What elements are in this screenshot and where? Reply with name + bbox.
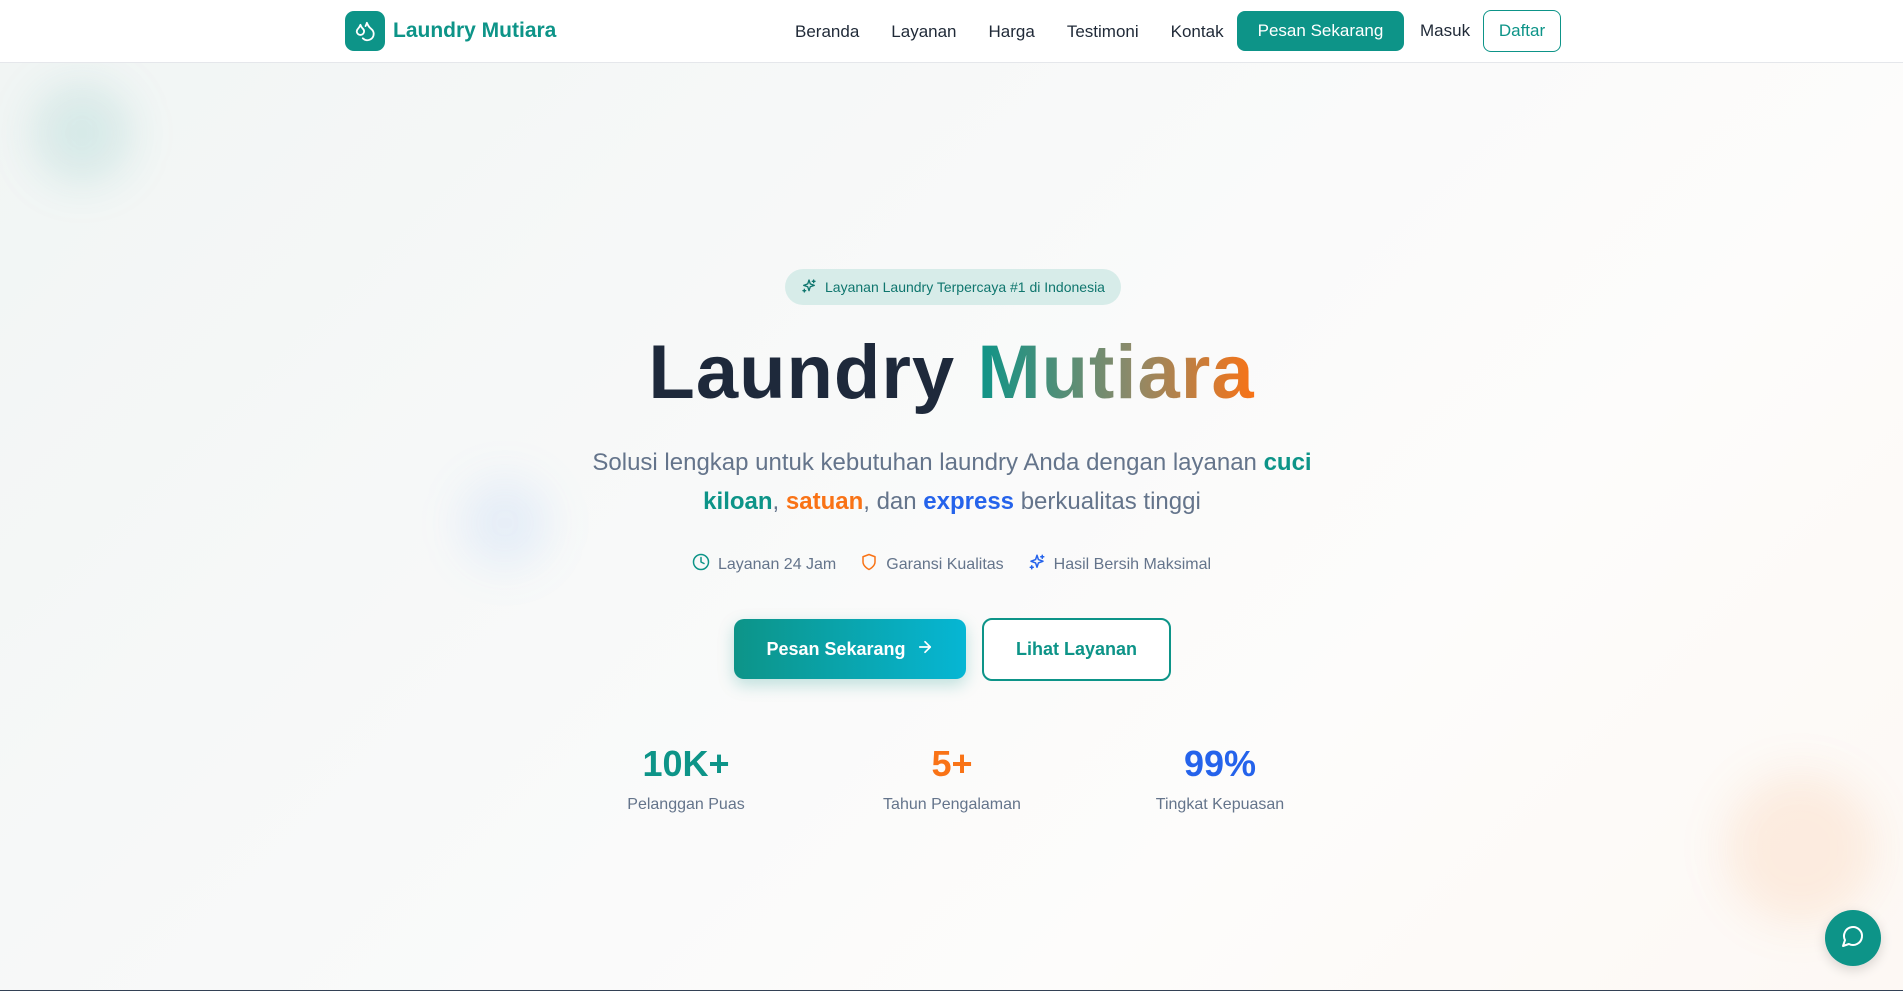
order-now-nav-button[interactable]: Pesan Sekarang <box>1237 11 1404 51</box>
nav-link-beranda[interactable]: Beranda <box>795 22 859 42</box>
subtitle-highlight-satuan: satuan <box>785 488 864 515</box>
nav-link-kontak[interactable]: Kontak <box>1171 22 1224 42</box>
feature-item: Hasil Bersih Maksimal <box>1028 553 1211 576</box>
stat-customers: 10K+ Pelanggan Puas <box>586 742 786 814</box>
stat-value: 5+ <box>931 743 973 784</box>
order-now-label: Pesan Sekarang <box>766 638 906 659</box>
hero-title-part1: Laundry <box>648 330 956 415</box>
subtitle-text: , <box>772 488 786 515</box>
hero-features: Layanan 24 Jam Garansi Kualitas Hasil Be… <box>0 553 1903 576</box>
subtitle-text: , dan <box>863 488 924 515</box>
hero-subtitle: Solusi lengkap untuk kebutuhan laundry A… <box>582 443 1322 521</box>
subtitle-text: Solusi lengkap untuk kebutuhan laundry A… <box>592 449 1264 476</box>
subtitle-text: berkualitas tinggi <box>1014 488 1201 515</box>
brand-name: Laundry Mutiara <box>393 19 557 42</box>
sparkles-icon <box>801 278 817 297</box>
top-navbar: Laundry Mutiara Beranda Layanan Harga Te… <box>0 0 1903 63</box>
message-circle-icon <box>1841 924 1865 953</box>
order-now-hero-button[interactable]: Pesan Sekarang <box>734 619 966 679</box>
subtitle-highlight-express: express <box>923 488 1015 515</box>
nav-link-layanan[interactable]: Layanan <box>891 22 956 42</box>
hero-title: Laundry Mutiara <box>0 328 1903 418</box>
brand-logo[interactable]: Laundry Mutiara <box>345 11 556 51</box>
stat-experience: 5+ Tahun Pengalaman <box>852 742 1052 814</box>
stat-label: Tingkat Kepuasan <box>1155 796 1285 813</box>
feature-label: Layanan 24 Jam <box>717 555 837 573</box>
main-nav: Beranda Layanan Harga Testimoni Kontak <box>795 0 1256 63</box>
nav-link-harga[interactable]: Harga <box>989 22 1035 42</box>
decorative-blob <box>32 83 132 183</box>
stat-label: Tahun Pengalaman <box>883 796 1021 813</box>
chat-button[interactable] <box>1825 910 1881 966</box>
clock-icon <box>692 553 710 576</box>
decorative-blob <box>1725 773 1875 923</box>
hero-title-part2: Mutiara <box>977 330 1255 415</box>
stat-value: 99% <box>1183 743 1257 784</box>
shield-icon <box>860 553 878 576</box>
feature-item: Layanan 24 Jam <box>692 553 836 576</box>
login-link[interactable]: Masuk <box>1420 21 1470 41</box>
view-services-button[interactable]: Lihat Layanan <box>982 618 1171 681</box>
hero-badge-text: Layanan Laundry Terpercaya #1 di Indones… <box>825 279 1105 295</box>
droplets-icon <box>345 11 385 51</box>
stat-value: 10K+ <box>642 743 730 784</box>
register-button[interactable]: Daftar <box>1483 10 1561 52</box>
arrow-right-icon <box>916 638 934 661</box>
hero-badge: Layanan Laundry Terpercaya #1 di Indones… <box>785 269 1121 305</box>
nav-link-testimoni[interactable]: Testimoni <box>1067 22 1139 42</box>
sparkles-icon <box>1028 553 1046 576</box>
feature-label: Hasil Bersih Maksimal <box>1053 555 1212 573</box>
feature-label: Garansi Kualitas <box>886 555 1004 573</box>
stat-label: Pelanggan Puas <box>627 796 745 813</box>
feature-item: Garansi Kualitas <box>860 553 1004 576</box>
hero-background <box>0 63 1903 991</box>
stat-satisfaction: 99% Tingkat Kepuasan <box>1120 742 1320 814</box>
